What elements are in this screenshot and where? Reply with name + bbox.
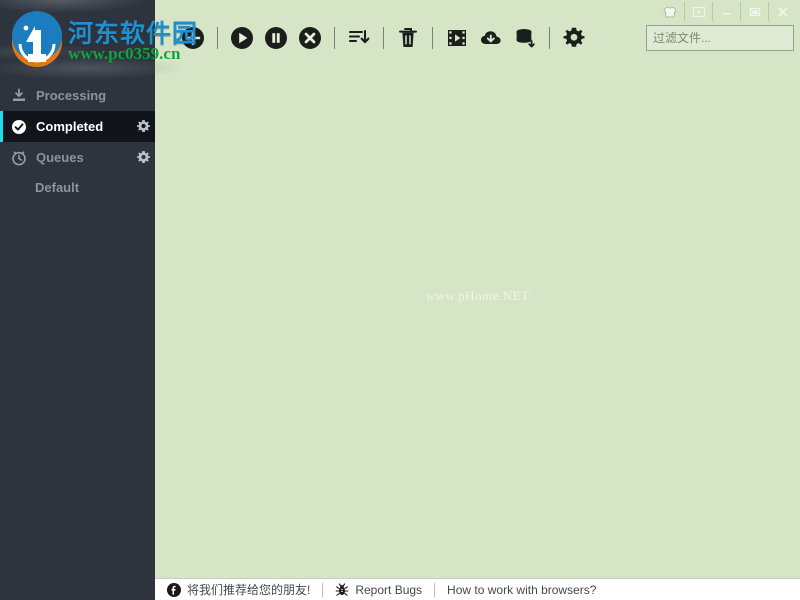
- sidebar-subitem-label: Default: [35, 179, 80, 195]
- window-controls: [656, 2, 796, 21]
- toolbar-separator: [383, 27, 384, 49]
- clock-icon: [10, 150, 28, 166]
- media-grabber-button[interactable]: [440, 21, 474, 55]
- content-watermark: www.pHome.NET: [425, 288, 530, 303]
- minimize-icon[interactable]: [712, 2, 740, 21]
- application-window: www.pHome.NET Processing Completed: [0, 0, 800, 600]
- sidebar-item-label: Processing: [36, 88, 107, 103]
- status-item-label: 将我们推荐给您的朋友!: [187, 583, 311, 597]
- report-bugs-link[interactable]: Report Bugs: [323, 579, 434, 600]
- search-input[interactable]: [653, 31, 800, 45]
- storage-button[interactable]: [508, 21, 542, 55]
- toolbar-separator: [549, 27, 550, 49]
- cloud-download-button[interactable]: [474, 21, 508, 55]
- toolbar-separator: [432, 27, 433, 49]
- sidebar-item-queues[interactable]: Queues: [0, 142, 155, 173]
- check-circle-icon: [10, 119, 28, 135]
- sidebar-subitem-default[interactable]: Default: [0, 173, 155, 201]
- toolbar-separator: [334, 27, 335, 49]
- delete-button[interactable]: [391, 21, 425, 55]
- status-item-label: Report Bugs: [355, 582, 423, 597]
- filter-search-box[interactable]: [646, 25, 800, 51]
- sidebar-item-label: Queues: [36, 150, 84, 165]
- sidebar-item-completed[interactable]: Completed: [0, 111, 155, 142]
- pause-button[interactable]: [259, 21, 293, 55]
- recommend-link[interactable]: 将我们推荐给您的朋友!: [155, 579, 322, 600]
- main-body: www.pHome.NET Processing Completed Queue…: [0, 0, 800, 600]
- maximize-icon[interactable]: [740, 2, 768, 21]
- settings-button[interactable]: [557, 21, 591, 55]
- status-bar: 将我们推荐给您的朋友! Report Bugs How to work with…: [155, 578, 800, 600]
- downloads-list-area[interactable]: www.pHome.NET: [155, 0, 800, 600]
- browser-help-link[interactable]: How to work with browsers?: [435, 579, 608, 600]
- gear-icon[interactable]: [131, 119, 155, 134]
- gear-icon[interactable]: [131, 150, 155, 165]
- cancel-button[interactable]: [293, 21, 327, 55]
- download-tray-icon: [10, 88, 28, 104]
- skin-icon[interactable]: [656, 2, 684, 21]
- toolbar-separator: [217, 27, 218, 49]
- facebook-icon: [167, 582, 181, 597]
- sidebar-item-label: Completed: [36, 119, 104, 134]
- main-toolbar: [176, 20, 591, 56]
- close-icon[interactable]: [768, 2, 796, 21]
- dropdown-icon[interactable]: [684, 2, 712, 21]
- add-download-button[interactable]: [176, 21, 210, 55]
- sort-button[interactable]: [342, 21, 376, 55]
- start-button[interactable]: [225, 21, 259, 55]
- sidebar-item-processing[interactable]: Processing: [0, 80, 155, 111]
- navigation-sidebar: Processing Completed Queues Default: [0, 0, 155, 600]
- bug-icon: [335, 582, 349, 597]
- status-item-label: How to work with browsers?: [447, 582, 597, 597]
